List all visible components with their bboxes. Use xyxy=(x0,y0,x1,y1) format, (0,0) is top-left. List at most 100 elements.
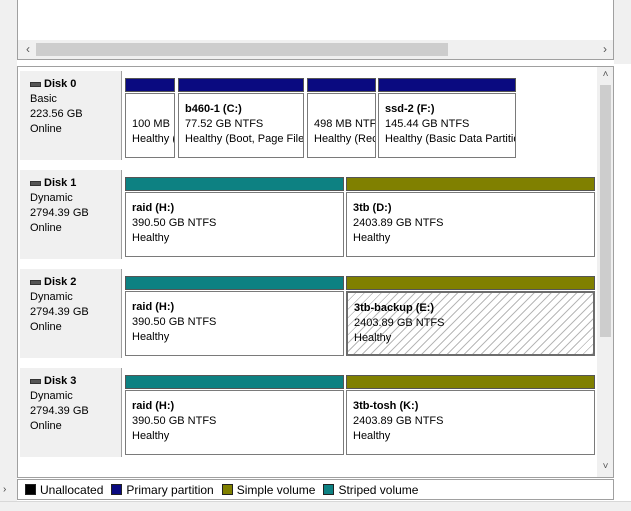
volume-disk3-1[interactable]: 3tb-tosh (K:) 2403.89 GB NTFS Healthy xyxy=(346,375,595,455)
volume-body[interactable]: 3tb-backup (E:) 2403.89 GB NTFS Healthy xyxy=(346,291,595,356)
disk-row-2: Disk 2 Dynamic 2794.39 GB Online raid (H… xyxy=(18,267,595,360)
scroll-down-icon[interactable]: ˅ xyxy=(597,461,613,472)
disk-type: Basic xyxy=(30,93,57,105)
legend-item: Unallocated xyxy=(25,483,103,497)
disk-type: Dynamic xyxy=(30,291,73,303)
volume-label: 3tb-backup (E:) xyxy=(354,302,435,314)
disk-icon xyxy=(30,82,41,87)
volume-list-pane[interactable]: ‹ › xyxy=(17,0,614,60)
volume-body[interactable]: 3tb (D:) 2403.89 GB NTFS Healthy xyxy=(346,192,595,257)
volume-body[interactable]: 3tb-tosh (K:) 2403.89 GB NTFS Healthy xyxy=(346,390,595,455)
volume-body[interactable]: raid (H:) 390.50 GB NTFS Healthy xyxy=(125,291,344,356)
volume-color-bar xyxy=(346,276,595,290)
scroll-right-icon[interactable]: › xyxy=(598,42,612,56)
volume-status: Healthy xyxy=(353,232,391,244)
volume-label: raid (H:) xyxy=(132,202,175,214)
vertical-scrollbar[interactable]: ˄ ˅ xyxy=(597,67,613,477)
disk-size: 223.56 GB xyxy=(30,108,83,120)
volume-disk0-1[interactable]: b460-1 (C:) 77.52 GB NTFS Healthy (Boot,… xyxy=(178,78,304,158)
volume-status: Healthy (Boot, Page File, Crash Dump, Ba… xyxy=(185,133,304,145)
volume-size: 77.52 GB NTFS xyxy=(185,118,264,130)
disk-row-3: Disk 3 Dynamic 2794.39 GB Online raid (H… xyxy=(18,366,595,459)
disk-info[interactable]: Disk 3 Dynamic 2794.39 GB Online xyxy=(20,368,122,457)
volume-body[interactable]: raid (H:) 390.50 GB NTFS Healthy xyxy=(125,192,344,257)
volume-disk2-1[interactable]: 3tb-backup (E:) 2403.89 GB NTFS Healthy xyxy=(346,276,595,356)
scroll-left-icon[interactable]: › xyxy=(3,484,6,495)
volume-body[interactable]: 498 MB NTFS Healthy (Recovery Partition) xyxy=(307,93,376,158)
legend-item: Striped volume xyxy=(323,483,418,497)
volume-color-bar xyxy=(346,177,595,191)
disk-status: Online xyxy=(30,222,62,234)
horizontal-scroll-thumb[interactable] xyxy=(36,43,448,56)
disk-type: Dynamic xyxy=(30,192,73,204)
volume-status: Healthy (Recovery Partition) xyxy=(314,133,376,145)
volume-size: 390.50 GB NTFS xyxy=(132,217,217,229)
volume-disk3-0[interactable]: raid (H:) 390.50 GB NTFS Healthy xyxy=(125,375,344,455)
disk-name: Disk 1 xyxy=(44,177,77,189)
volume-size: 2403.89 GB NTFS xyxy=(353,415,444,427)
legend-label: Simple volume xyxy=(236,482,316,497)
volume-size: 145.44 GB NTFS xyxy=(385,118,470,130)
volume-color-bar xyxy=(125,276,344,290)
scroll-left-icon[interactable]: ‹ xyxy=(21,42,35,56)
disk-size: 2794.39 GB xyxy=(30,405,89,417)
volume-disk1-0[interactable]: raid (H:) 390.50 GB NTFS Healthy xyxy=(125,177,344,257)
volume-disk0-0[interactable]: 100 MB Healthy (EFI System Partition) xyxy=(125,78,175,158)
volume-size: 2403.89 GB NTFS xyxy=(354,317,445,329)
volume-size: 100 MB xyxy=(132,118,170,130)
volume-label: b460-1 (C:) xyxy=(185,103,242,115)
disk-name: Disk 3 xyxy=(44,375,77,387)
volume-label xyxy=(314,102,369,117)
volume-label: 3tb-tosh (K:) xyxy=(353,400,419,412)
volume-color-bar xyxy=(307,78,376,92)
scroll-up-icon[interactable]: ˄ xyxy=(597,69,613,80)
disk-status: Online xyxy=(30,420,62,432)
disk-size: 2794.39 GB xyxy=(30,207,89,219)
volume-color-bar xyxy=(125,177,344,191)
legend-swatch xyxy=(111,484,123,495)
legend-swatch xyxy=(221,484,233,495)
volume-status: Healthy xyxy=(132,430,170,442)
disk-type: Dynamic xyxy=(30,390,73,402)
volume-label: raid (H:) xyxy=(132,301,175,313)
volume-status: Healthy xyxy=(353,430,391,442)
disk-icon xyxy=(30,181,41,186)
volume-body[interactable]: ssd-2 (F:) 145.44 GB NTFS Healthy (Basic… xyxy=(378,93,516,158)
volume-size: 390.50 GB NTFS xyxy=(132,316,217,328)
volume-disk0-3[interactable]: ssd-2 (F:) 145.44 GB NTFS Healthy (Basic… xyxy=(378,78,516,158)
volume-size: 498 MB NTFS xyxy=(314,118,376,130)
disk-icon xyxy=(30,280,41,285)
volume-color-bar xyxy=(125,78,175,92)
legend-label: Striped volume xyxy=(338,482,419,497)
status-strip xyxy=(0,501,631,511)
disk-info[interactable]: Disk 0 Basic 223.56 GB Online xyxy=(20,71,122,160)
volume-status: Healthy xyxy=(132,331,170,343)
volume-color-bar xyxy=(378,78,516,92)
disk-info[interactable]: Disk 1 Dynamic 2794.39 GB Online xyxy=(20,170,122,259)
legend-swatch xyxy=(25,484,36,495)
volume-disk1-1[interactable]: 3tb (D:) 2403.89 GB NTFS Healthy xyxy=(346,177,595,257)
volume-body[interactable]: 100 MB Healthy (EFI System Partition) xyxy=(125,93,175,158)
horizontal-scrollbar[interactable]: ‹ › xyxy=(18,40,613,59)
volume-color-bar xyxy=(346,375,595,389)
disk-status: Online xyxy=(30,123,62,135)
disk-status: Online xyxy=(30,321,62,333)
volume-body[interactable]: b460-1 (C:) 77.52 GB NTFS Healthy (Boot,… xyxy=(178,93,304,158)
volume-status: Healthy (EFI System Partition) xyxy=(132,133,174,145)
vertical-scroll-thumb[interactable] xyxy=(600,85,611,337)
volume-color-bar xyxy=(125,375,344,389)
volume-size: 2403.89 GB NTFS xyxy=(353,217,444,229)
legend-swatch xyxy=(323,484,335,495)
volume-disk2-0[interactable]: raid (H:) 390.50 GB NTFS Healthy xyxy=(125,276,344,356)
disk-info[interactable]: Disk 2 Dynamic 2794.39 GB Online xyxy=(20,269,122,358)
legend: Unallocated Primary partition Simple volum… xyxy=(17,479,614,500)
disk-name: Disk 2 xyxy=(44,276,77,288)
volume-disk0-2[interactable]: 498 MB NTFS Healthy (Recovery Partition) xyxy=(307,78,376,158)
volume-status: Healthy xyxy=(354,332,392,344)
volume-status: Healthy xyxy=(132,232,170,244)
disk-row-1: Disk 1 Dynamic 2794.39 GB Online raid (H… xyxy=(18,168,595,261)
volume-body[interactable]: raid (H:) 390.50 GB NTFS Healthy xyxy=(125,390,344,455)
legend-item: Simple volume xyxy=(221,482,316,497)
disk-name: Disk 0 xyxy=(44,78,77,90)
volume-label xyxy=(132,102,168,117)
